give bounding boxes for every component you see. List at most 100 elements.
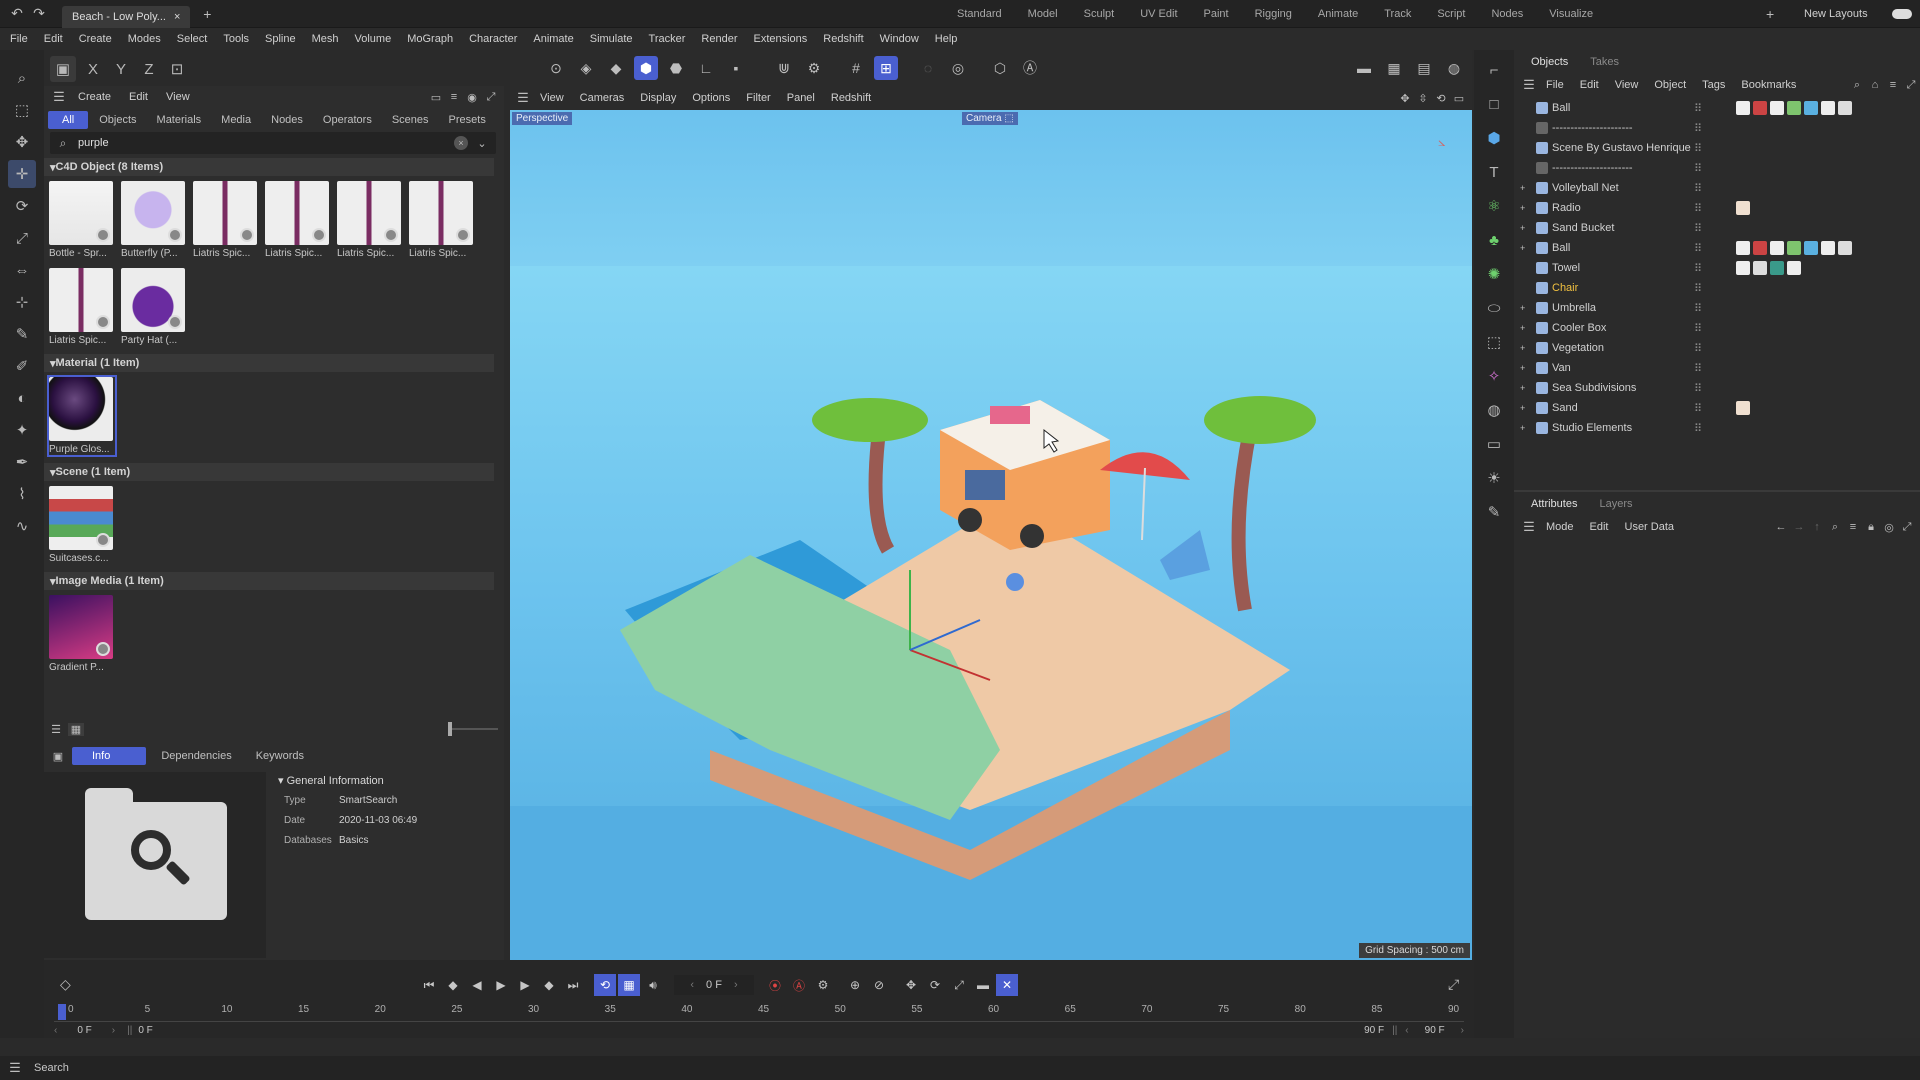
ab-menu-view[interactable]: View bbox=[158, 86, 198, 108]
render-view-icon[interactable]: ⬡ bbox=[988, 56, 1012, 80]
tag-icon[interactable] bbox=[1736, 401, 1750, 415]
add-tab-icon[interactable]: + bbox=[196, 6, 218, 22]
visibility-dots-icon[interactable]: ⠿ bbox=[1694, 182, 1702, 195]
up-arrow-icon[interactable]: ↑ bbox=[1808, 521, 1826, 533]
asset-thumbnail[interactable]: Liatris Spic... bbox=[337, 181, 403, 259]
tag-icon[interactable] bbox=[1821, 101, 1835, 115]
coordinate-system-icon[interactable]: ⊡ bbox=[166, 58, 188, 80]
points-mode-icon[interactable]: ⊙ bbox=[544, 56, 568, 80]
list-view-icon[interactable]: ☰ bbox=[48, 723, 64, 736]
layout-tab[interactable]: UV Edit bbox=[1127, 0, 1190, 28]
toggle-view-icon[interactable]: ▭ bbox=[1450, 92, 1468, 105]
soft-selection-icon[interactable]: ◌ bbox=[916, 56, 940, 80]
render-settings-icon[interactable]: Ⓐ bbox=[1018, 56, 1042, 80]
document-tab[interactable]: Beach - Low Poly... × bbox=[62, 5, 191, 28]
object-row[interactable]: Towel ⠿ bbox=[1514, 258, 1920, 278]
expand-icon[interactable]: + bbox=[1520, 323, 1525, 333]
tag-icon[interactable] bbox=[1838, 101, 1852, 115]
info-tab[interactable]: Info bbox=[72, 747, 147, 765]
plane-object-icon[interactable]: □ bbox=[1480, 90, 1508, 118]
viewport-hamburger-icon[interactable]: ☰ bbox=[514, 90, 532, 106]
selection-tool-icon[interactable]: ⬚ bbox=[8, 96, 36, 124]
transform-tool-icon[interactable]: ⇔ bbox=[8, 256, 36, 284]
keyframe-settings-icon[interactable]: ⚙ bbox=[812, 974, 834, 996]
expand-icon[interactable]: + bbox=[1520, 303, 1525, 313]
tag-icon[interactable] bbox=[1736, 201, 1750, 215]
z-axis-lock-icon[interactable]: Z bbox=[138, 58, 160, 80]
filter-tab-media[interactable]: Media bbox=[212, 111, 260, 129]
menu-help[interactable]: Help bbox=[927, 28, 966, 50]
spline-tool-icon[interactable]: ∿ bbox=[8, 512, 36, 540]
filter-tab-presets[interactable]: Presets bbox=[440, 111, 495, 129]
object-row[interactable]: Ball ⠿ bbox=[1514, 98, 1920, 118]
grid-snap-icon[interactable]: ⊞ bbox=[874, 56, 898, 80]
playhead-marker[interactable] bbox=[58, 1004, 66, 1020]
orbit-view-icon[interactable]: ⟲ bbox=[1432, 92, 1450, 105]
objects-menu-file[interactable]: File bbox=[1538, 74, 1572, 96]
tag-icon[interactable] bbox=[1821, 241, 1835, 255]
start-frame-field[interactable]: 0 F bbox=[77, 1025, 91, 1036]
record-icon[interactable]: ⦿ bbox=[764, 974, 786, 996]
expand-icon[interactable]: + bbox=[1520, 383, 1525, 393]
range-end-field[interactable]: 90 F bbox=[1364, 1025, 1384, 1036]
objects-menu-bookmarks[interactable]: Bookmarks bbox=[1733, 74, 1804, 96]
tag-icon[interactable] bbox=[1838, 241, 1852, 255]
general-info-header[interactable]: ▾ General Information bbox=[272, 772, 498, 790]
keyframe-diamond-icon[interactable]: ◇ bbox=[60, 976, 71, 993]
filter-tab-materials[interactable]: Materials bbox=[148, 111, 211, 129]
layout-tab[interactable]: Rigging bbox=[1242, 0, 1305, 28]
grid-view-icon[interactable]: ▦ bbox=[68, 722, 84, 736]
spline-primitive-icon[interactable]: ✧ bbox=[1480, 362, 1508, 390]
3d-viewport[interactable]: Perspective Camera ⬚ ⦣ Grid Spacing : 50… bbox=[510, 110, 1472, 960]
rotation-key-icon[interactable]: ⟳ bbox=[924, 974, 946, 996]
menu-mesh[interactable]: Mesh bbox=[304, 28, 347, 50]
hamburger-menu-icon[interactable]: ☰ bbox=[50, 89, 68, 105]
visibility-dots-icon[interactable]: ⠿ bbox=[1694, 202, 1702, 215]
expand-icon[interactable]: + bbox=[1520, 183, 1525, 193]
next-frame-icon[interactable]: ▶ bbox=[514, 974, 536, 996]
menu-modes[interactable]: Modes bbox=[120, 28, 169, 50]
tag-icon[interactable] bbox=[1770, 241, 1784, 255]
tag-icon[interactable] bbox=[1787, 101, 1801, 115]
timeline-graph-icon[interactable]: ⤢ bbox=[1448, 976, 1459, 993]
visibility-dots-icon[interactable]: ⠿ bbox=[1694, 242, 1702, 255]
toggle-switch-icon[interactable] bbox=[1892, 9, 1912, 19]
visibility-dots-icon[interactable]: ⠿ bbox=[1694, 282, 1702, 295]
fps-playback-icon[interactable]: ▦ bbox=[618, 974, 640, 996]
tag-icon[interactable] bbox=[1770, 261, 1784, 275]
material-icon[interactable]: ✎ bbox=[1480, 498, 1508, 526]
layout-tab[interactable]: Paint bbox=[1191, 0, 1242, 28]
asset-section-header[interactable]: ▾ Material (1 Item) bbox=[44, 354, 494, 372]
undo-icon[interactable]: ↶ bbox=[6, 5, 28, 22]
expand-objects-icon[interactable]: ⤢ bbox=[1902, 79, 1920, 92]
environment-icon[interactable]: ◍ bbox=[1480, 396, 1508, 424]
visibility-dots-icon[interactable]: ⠿ bbox=[1694, 142, 1702, 155]
asset-thumbnail[interactable]: Purple Glos... bbox=[47, 375, 117, 457]
asset-thumbnail[interactable]: Liatris Spic... bbox=[409, 181, 475, 259]
menu-mograph[interactable]: MoGraph bbox=[399, 28, 461, 50]
redshift-render-icon[interactable]: ◍ bbox=[1442, 56, 1466, 80]
scale-tool-icon[interactable]: ⤢ bbox=[8, 224, 36, 252]
objects-hamburger-icon[interactable]: ☰ bbox=[1520, 77, 1538, 93]
light-object-icon[interactable]: ☀ bbox=[1480, 464, 1508, 492]
search-objects-icon[interactable]: ⌕ bbox=[1848, 79, 1866, 92]
asset-thumbnail[interactable]: Liatris Spic... bbox=[193, 181, 259, 259]
autokey-icon[interactable]: Ⓐ bbox=[788, 974, 810, 996]
menu-edit[interactable]: Edit bbox=[36, 28, 71, 50]
expand-icon[interactable]: + bbox=[1520, 223, 1525, 233]
asset-thumbnail[interactable]: Bottle - Spr... bbox=[49, 181, 115, 259]
visibility-dots-icon[interactable]: ⠿ bbox=[1694, 302, 1702, 315]
texture-mode-icon[interactable]: ⬣ bbox=[664, 56, 688, 80]
expand-icon[interactable]: + bbox=[1520, 423, 1525, 433]
expand-icon[interactable]: + bbox=[1520, 403, 1525, 413]
filter-tab-nodes[interactable]: Nodes bbox=[262, 111, 312, 129]
filter-tab-operators[interactable]: Operators bbox=[314, 111, 381, 129]
position-key-icon[interactable]: ✥ bbox=[900, 974, 922, 996]
object-row[interactable]: + Cooler Box ⠿ bbox=[1514, 318, 1920, 338]
object-row[interactable]: Scene By Gustavo Henrique ⠿ bbox=[1514, 138, 1920, 158]
layout-tab[interactable]: Track bbox=[1371, 0, 1424, 28]
lock-icon[interactable]: 🔒︎ bbox=[1862, 521, 1880, 534]
effector-icon[interactable]: ✺ bbox=[1480, 260, 1508, 288]
dolly-view-icon[interactable]: ⇳ bbox=[1414, 92, 1432, 105]
previous-key-icon[interactable]: ◆ bbox=[442, 974, 464, 996]
